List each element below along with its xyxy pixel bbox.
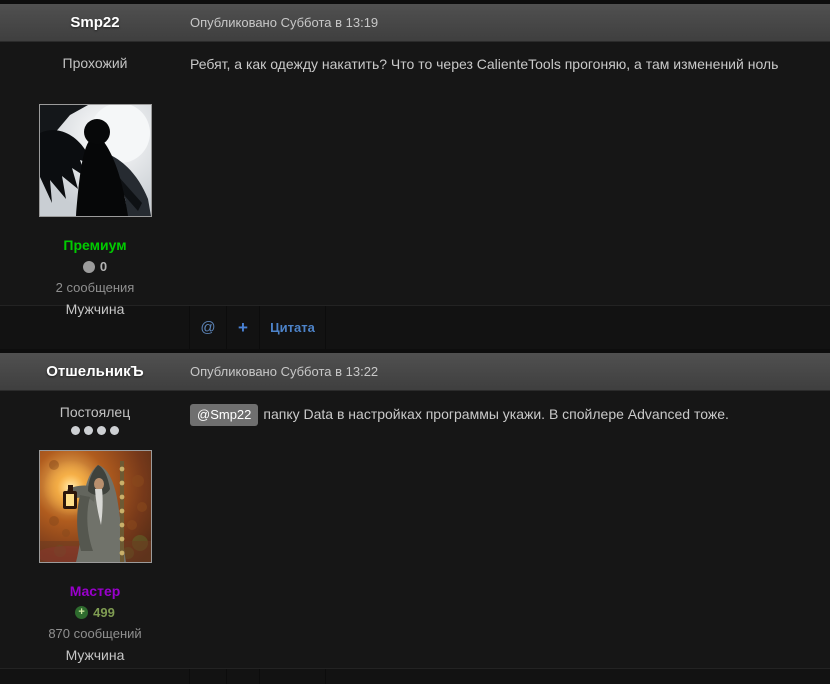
post-2-body: Постоялец xyxy=(0,391,830,668)
pip-icon xyxy=(97,426,106,435)
reputation-row: 0 xyxy=(0,259,190,274)
multiquote-button[interactable]: + xyxy=(227,306,260,349)
user-pips xyxy=(0,77,190,87)
post-1-footer: @ + Цитата xyxy=(0,305,830,349)
reputation-value: 499 xyxy=(93,605,115,620)
user-pips xyxy=(0,426,190,436)
posts-count: 2 сообщения xyxy=(0,280,190,295)
user-panel: Прохожий xyxy=(0,42,190,305)
multiquote-button[interactable] xyxy=(227,669,260,684)
reputation-value: 0 xyxy=(100,259,107,274)
avatar[interactable] xyxy=(39,450,152,563)
footer-fill xyxy=(326,669,830,684)
post-1-body: Прохожий xyxy=(0,42,830,305)
post-message: @Smp22 папку Data в настройках программы … xyxy=(190,391,830,668)
avatar-image-monk xyxy=(40,451,151,562)
posts-count: 870 сообщений xyxy=(0,626,190,641)
post-2-header: ОтшельникЪ Опубликовано Суббота в 13:22 xyxy=(0,353,830,391)
post-author-link[interactable]: ОтшельникЪ xyxy=(0,363,190,380)
message-text: Ребят, а как одежду накатить? Что то чер… xyxy=(190,55,818,74)
reputation-row: 499 xyxy=(0,605,190,620)
user-gender: Мужчина xyxy=(0,647,190,663)
footer-spacer xyxy=(0,669,190,684)
post-timestamp-link[interactable]: Опубликовано Суббота в 13:22 xyxy=(190,364,378,379)
user-title: Прохожий xyxy=(0,55,190,71)
user-group-label: Мастер xyxy=(0,583,190,599)
post-author-link[interactable]: Smp22 xyxy=(0,14,190,31)
post-1-header: Smp22 Опубликовано Суббота в 13:19 xyxy=(0,4,830,42)
quote-button-label: Цитата xyxy=(270,320,315,335)
green-plus-icon xyxy=(75,606,88,619)
post-message: Ребят, а как одежду накатить? Что то чер… xyxy=(190,42,830,305)
avatar-image-angel xyxy=(40,105,151,216)
forum-thread: Smp22 Опубликовано Суббота в 13:19 Прохо… xyxy=(0,0,830,684)
post-2: ОтшельникЪ Опубликовано Суббота в 13:22 … xyxy=(0,353,830,684)
post-2-footer xyxy=(0,668,830,684)
mention-badge[interactable]: @Smp22 xyxy=(190,404,258,426)
user-title: Постоялец xyxy=(0,404,190,420)
post-timestamp-link[interactable]: Опубликовано Суббота в 13:19 xyxy=(190,15,378,30)
at-icon: @ xyxy=(200,319,215,336)
mention-button[interactable] xyxy=(190,669,227,684)
quote-button[interactable]: Цитата xyxy=(260,306,326,349)
quote-button[interactable] xyxy=(260,669,326,684)
post-1: Smp22 Опубликовано Суббота в 13:19 Прохо… xyxy=(0,4,830,349)
pip-icon xyxy=(84,426,93,435)
plus-icon: + xyxy=(238,318,248,338)
reputation-circle-icon xyxy=(83,261,95,273)
message-text: @Smp22 папку Data в настройках программы … xyxy=(190,404,818,426)
footer-fill xyxy=(326,306,830,349)
pip-icon xyxy=(110,426,119,435)
mention-button[interactable]: @ xyxy=(190,306,227,349)
footer-spacer xyxy=(0,306,190,349)
user-panel: Постоялец xyxy=(0,391,190,668)
avatar[interactable] xyxy=(39,104,152,217)
pip-icon xyxy=(71,426,80,435)
message-body-text: папку Data в настройках программы укажи.… xyxy=(263,406,728,422)
user-group-label: Премиум xyxy=(0,237,190,253)
